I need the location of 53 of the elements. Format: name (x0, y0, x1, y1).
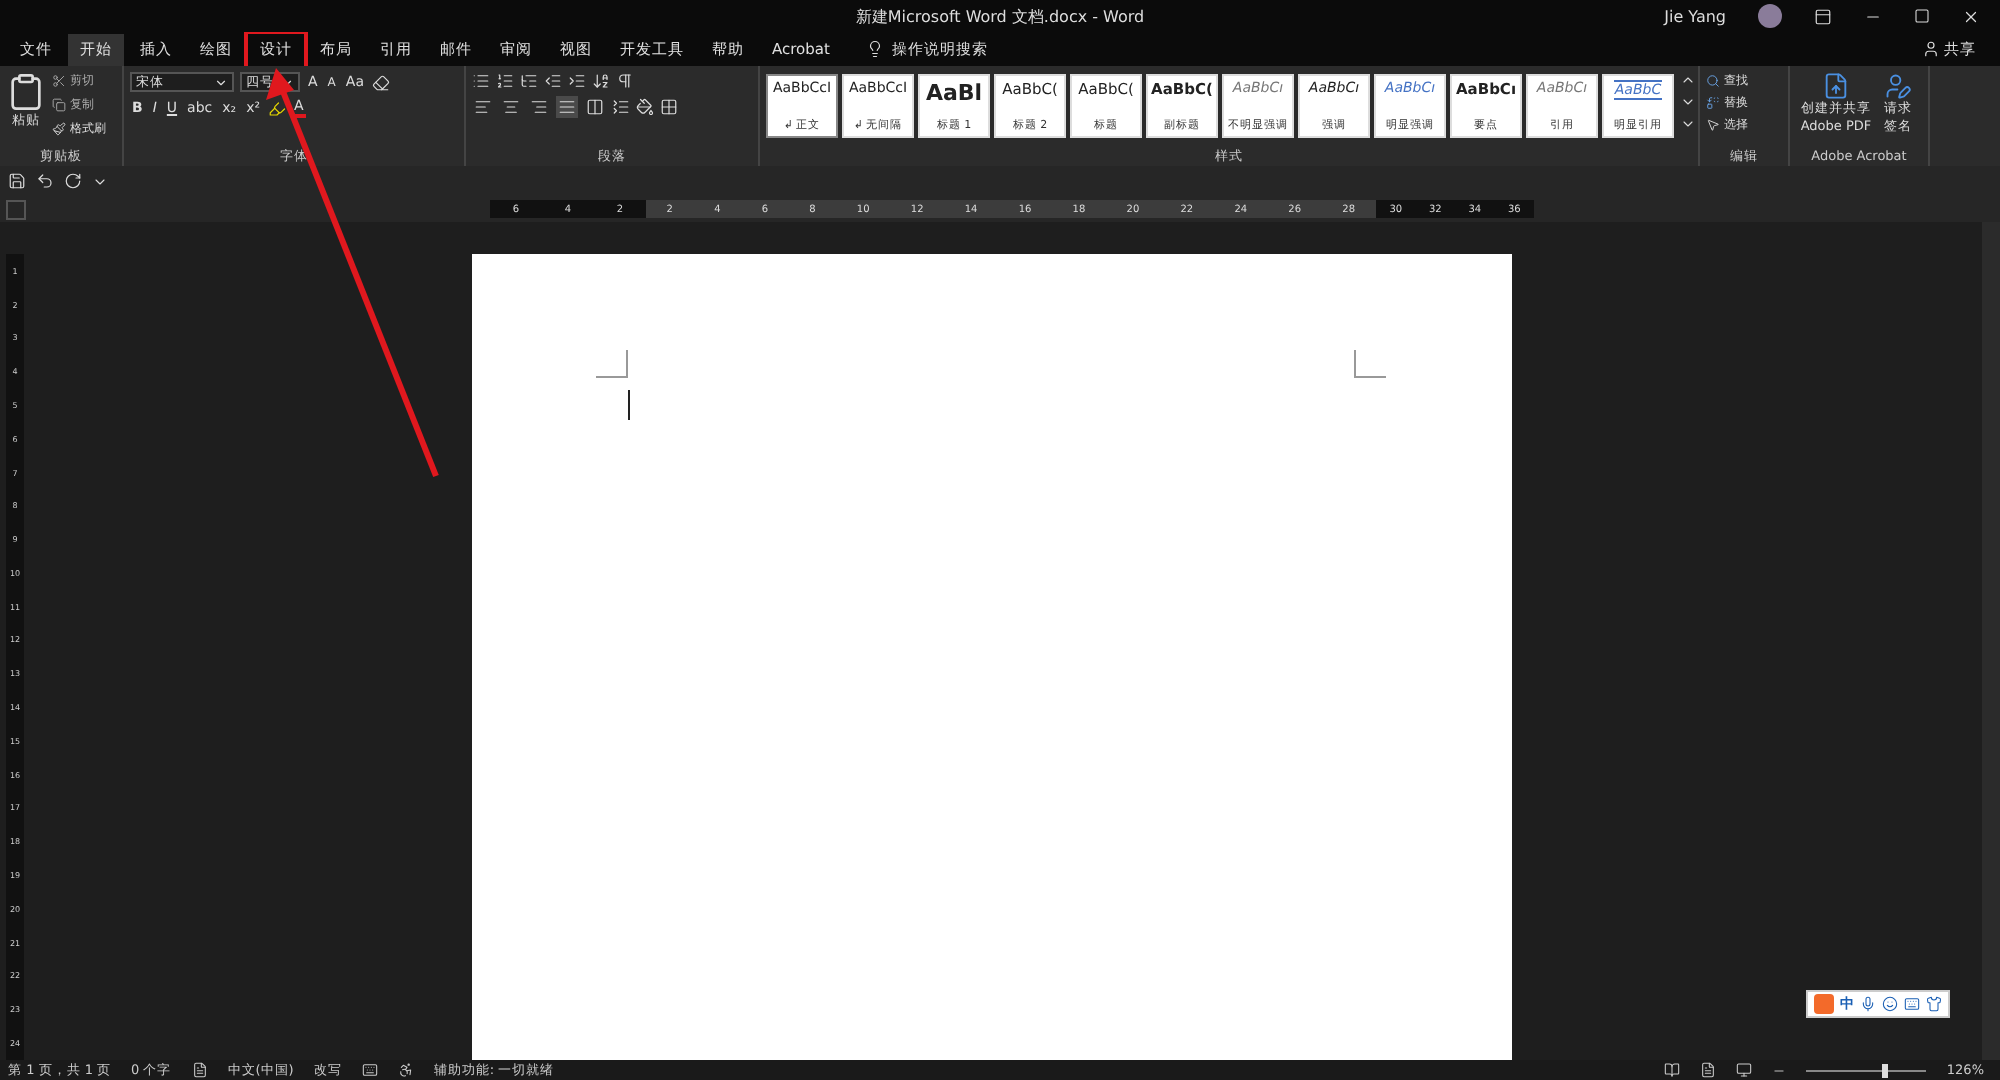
align-button[interactable] (584, 96, 606, 118)
window-title: 新建Microsoft Word 文档.docx - Word (855, 5, 1145, 27)
clipboard-icon[interactable] (6, 72, 46, 112)
paint-bucket-icon[interactable] (636, 98, 654, 116)
align-button[interactable] (528, 96, 550, 118)
print-layout-icon[interactable] (1700, 1062, 1717, 1078)
mic-icon[interactable] (1860, 996, 1876, 1012)
pointer-icon[interactable] (1706, 118, 1720, 132)
proofing-icon[interactable] (191, 1062, 208, 1078)
read-mode-icon[interactable] (1664, 1062, 1681, 1078)
save-icon[interactable] (8, 172, 26, 190)
signature-icon[interactable] (1884, 72, 1912, 100)
pdf-share-icon[interactable] (1822, 72, 1850, 100)
outdent-icon[interactable] (544, 72, 562, 90)
person-icon[interactable] (1922, 40, 1940, 58)
redo-icon[interactable] (64, 172, 82, 190)
search-icon[interactable] (1706, 74, 1720, 88)
dropdown-caret-icon[interactable] (214, 75, 228, 89)
pilcrow-icon[interactable] (616, 72, 634, 90)
multilevel-list-icon[interactable] (520, 72, 538, 90)
keyboard-icon[interactable] (1904, 996, 1920, 1012)
bullet-list-icon[interactable] (472, 72, 490, 90)
more-icon[interactable] (1680, 116, 1696, 132)
avatar[interactable] (1758, 4, 1782, 28)
ribbon-display-icon[interactable] (1814, 7, 1832, 25)
undo-icon[interactable] (36, 172, 54, 190)
paintbrush-icon[interactable] (52, 122, 66, 136)
borders-icon[interactable] (660, 98, 678, 116)
close-icon[interactable] (1962, 7, 1980, 25)
copy-icon[interactable] (52, 98, 66, 112)
line-spacing-icon[interactable] (612, 98, 630, 116)
text-cursor (627, 390, 629, 420)
skin-icon[interactable] (1926, 996, 1942, 1012)
align-button[interactable] (472, 96, 494, 118)
zoom-thumb[interactable] (1881, 1063, 1888, 1077)
scroll-down-icon[interactable] (1680, 94, 1696, 110)
eraser-icon[interactable] (371, 73, 390, 91)
numbered-list-icon[interactable] (496, 72, 514, 90)
crop-mark (1353, 350, 1385, 378)
web-layout-icon[interactable] (1736, 1062, 1753, 1078)
accessibility-icon[interactable] (397, 1062, 414, 1078)
maximize-icon[interactable] (1914, 8, 1930, 24)
indent-icon[interactable] (568, 72, 586, 90)
sort-icon[interactable] (592, 72, 610, 90)
emoji-icon[interactable] (1882, 996, 1898, 1012)
macro-icon[interactable] (361, 1062, 378, 1078)
align-button[interactable] (556, 96, 578, 118)
highlighter-icon[interactable] (268, 99, 287, 117)
scroll-up-icon[interactable] (1680, 72, 1696, 88)
scissors-icon[interactable] (52, 74, 66, 88)
crop-mark (595, 350, 627, 378)
user-name: Jie Yang (1664, 7, 1726, 25)
align-button[interactable] (500, 96, 522, 118)
